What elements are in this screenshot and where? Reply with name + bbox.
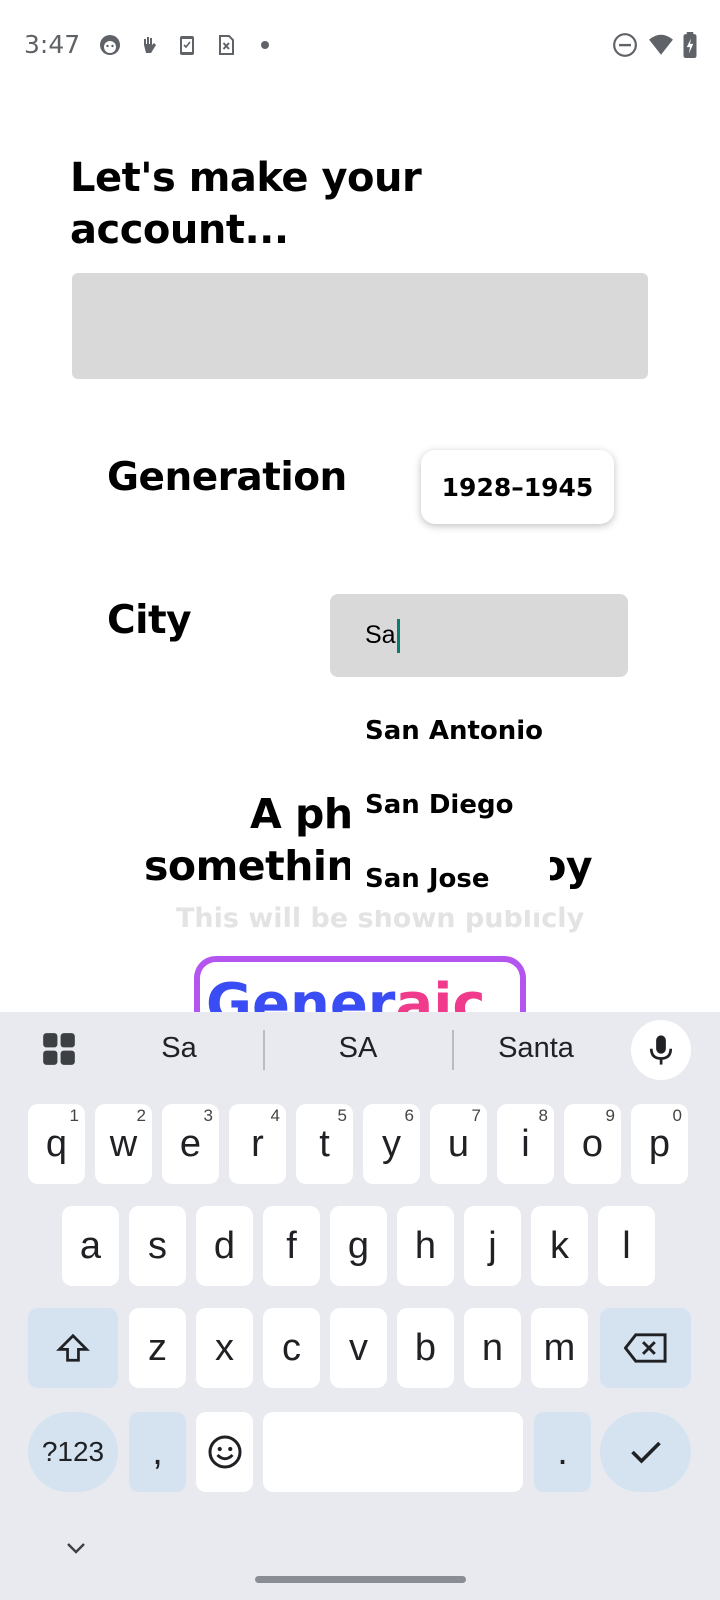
shift-icon	[56, 1333, 90, 1362]
period-key[interactable]: .	[534, 1412, 591, 1492]
key-v[interactable]: v	[330, 1308, 387, 1388]
emoji-icon	[208, 1435, 241, 1469]
key-p[interactable]: p0	[631, 1104, 688, 1184]
city-suggestion-san-jose[interactable]: San Jose	[365, 864, 489, 894]
city-input-value: Sa	[365, 621, 396, 649]
generation-label: Generation	[107, 455, 347, 500]
backspace-key[interactable]	[600, 1308, 691, 1388]
city-suggestion-san-diego[interactable]: San Diego	[365, 790, 513, 820]
hand-icon	[144, 37, 156, 53]
done-key[interactable]	[600, 1412, 691, 1492]
key-m[interactable]: m	[531, 1308, 588, 1388]
apps-grid-icon[interactable]	[40, 1030, 78, 1068]
key-q[interactable]: q1	[28, 1104, 85, 1184]
backspace-icon	[623, 1333, 667, 1363]
key-b[interactable]: b	[397, 1308, 454, 1388]
image-placeholder	[72, 273, 648, 379]
city-suggestion-san-antonio[interactable]: San Antonio	[365, 716, 543, 746]
key-z[interactable]: z	[129, 1308, 186, 1388]
keyboard-suggestion-3[interactable]: Santa	[461, 1032, 611, 1065]
battery-icon	[683, 32, 697, 58]
key-s[interactable]: s	[129, 1206, 186, 1286]
key-k[interactable]: k	[531, 1206, 588, 1286]
dnd-icon	[613, 33, 637, 57]
photo-heading-line2-start: somethin	[144, 842, 356, 890]
key-r[interactable]: r4	[229, 1104, 286, 1184]
keyboard-suggestion-1[interactable]: Sa	[104, 1032, 254, 1065]
key-j[interactable]: j	[464, 1206, 521, 1286]
photo-heading-line1: A ph	[250, 790, 353, 838]
brand-logo: Generaic	[194, 956, 526, 1016]
key-o[interactable]: o9	[564, 1104, 621, 1184]
status-bar: 3:47	[0, 0, 720, 90]
key-x[interactable]: x	[196, 1308, 253, 1388]
key-g[interactable]: g	[330, 1206, 387, 1286]
shift-key[interactable]	[28, 1308, 118, 1388]
key-f[interactable]: f	[263, 1206, 320, 1286]
clipboard-icon	[180, 36, 194, 55]
key-n[interactable]: n	[464, 1308, 521, 1388]
text-caret	[396, 618, 400, 653]
suggestion-divider	[452, 1030, 454, 1070]
space-key[interactable]	[263, 1412, 523, 1492]
hide-keyboard-chevron-icon[interactable]	[64, 1540, 88, 1556]
page-title: Let's make your account...	[70, 155, 422, 253]
gesture-navigation-bar[interactable]	[255, 1576, 466, 1583]
key-c[interactable]: c	[263, 1308, 320, 1388]
dot-icon	[261, 41, 269, 49]
emoji-key[interactable]	[196, 1412, 253, 1492]
key-d[interactable]: d	[196, 1206, 253, 1286]
generation-select-button[interactable]: 1928–1945	[421, 450, 614, 524]
microphone-icon	[649, 1035, 673, 1065]
suggestion-divider	[263, 1030, 265, 1070]
key-w[interactable]: w2	[95, 1104, 152, 1184]
key-u[interactable]: u7	[430, 1104, 487, 1184]
wifi-icon	[649, 34, 673, 55]
key-a[interactable]: a	[62, 1206, 119, 1286]
key-e[interactable]: e3	[162, 1104, 219, 1184]
key-l[interactable]: l	[598, 1206, 655, 1286]
key-i[interactable]: i8	[497, 1104, 554, 1184]
city-label: City	[107, 598, 192, 643]
keyboard-suggestion-2[interactable]: SA	[283, 1032, 433, 1065]
key-y[interactable]: y6	[363, 1104, 420, 1184]
symbols-key[interactable]: ?123	[28, 1412, 118, 1492]
soft-keyboard: Sa SA Santa q1w2e3r4t5y6u7i8o9p0 asdfghj…	[0, 1012, 720, 1600]
keyboard-suggestion-bar: Sa SA Santa	[0, 1012, 720, 1092]
key-t[interactable]: t5	[296, 1104, 353, 1184]
voice-input-button[interactable]	[631, 1020, 691, 1080]
city-input[interactable]: Sa	[330, 594, 628, 677]
checkmark-icon	[630, 1441, 661, 1464]
sim-x-icon	[219, 35, 234, 55]
status-time: 3:47	[24, 30, 81, 59]
key-h[interactable]: h	[397, 1206, 454, 1286]
face-icon	[100, 35, 120, 55]
comma-key[interactable]: ,	[129, 1412, 186, 1492]
